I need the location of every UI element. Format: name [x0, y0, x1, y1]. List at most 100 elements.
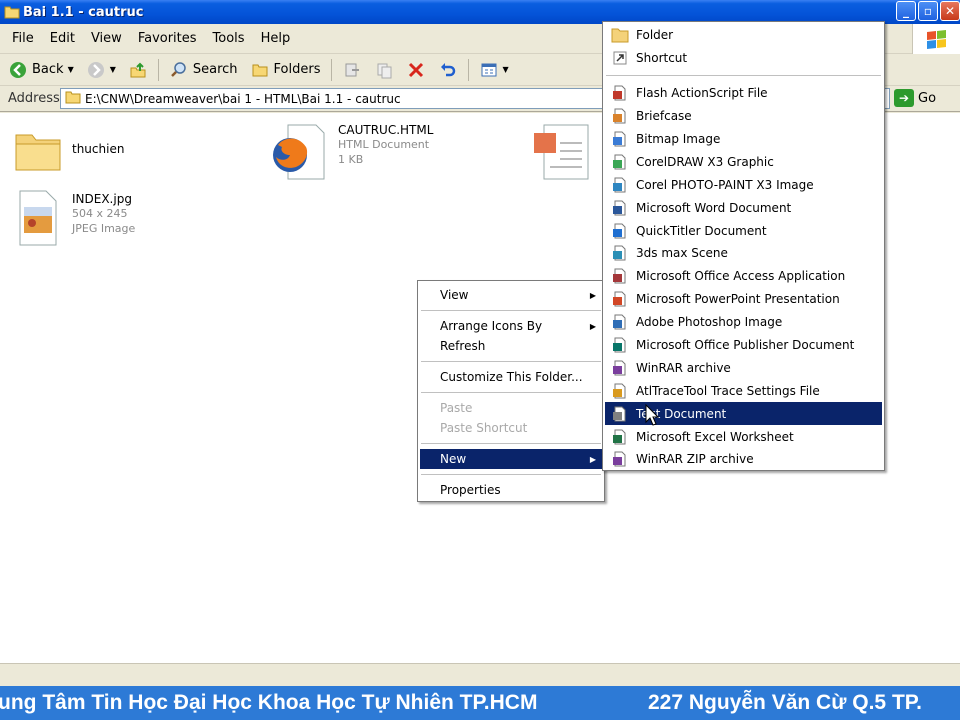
go-button[interactable]: ➔ Go	[894, 89, 936, 107]
document-icon	[530, 123, 590, 184]
move-to-button[interactable]	[338, 58, 366, 82]
undo-icon	[438, 60, 458, 80]
new-item[interactable]: 3ds max Scene	[605, 242, 882, 265]
go-arrow-icon: ➔	[894, 89, 914, 107]
new-item[interactable]: Microsoft PowerPoint Presentation	[605, 288, 882, 311]
ctx-paste-label: Paste	[440, 401, 473, 415]
new-item[interactable]: Microsoft Excel Worksheet	[605, 425, 882, 448]
new-item-label: WinRAR ZIP archive	[636, 452, 754, 467]
powerpoint-icon	[611, 290, 629, 308]
3dsmax-icon	[611, 244, 629, 262]
search-button[interactable]: Search	[165, 58, 242, 82]
trace-file-icon	[611, 382, 629, 400]
file-item-partial[interactable]	[530, 123, 590, 184]
menu-help[interactable]: Help	[253, 31, 299, 46]
back-dropdown-icon[interactable]: ▼	[68, 65, 74, 74]
ctx-customize-label: Customize This Folder...	[440, 370, 583, 384]
new-shortcut-item[interactable]: Shortcut	[605, 47, 882, 70]
new-item-label: Adobe Photoshop Image	[636, 315, 783, 330]
new-item[interactable]: WinRAR ZIP archive	[605, 448, 882, 471]
file-name: CAUTRUC.HTML	[338, 123, 434, 137]
winrar-icon	[611, 359, 629, 377]
text-doc-icon	[611, 405, 629, 423]
ctx-paste-shortcut: Paste Shortcut	[420, 418, 602, 438]
menu-separator	[606, 74, 881, 76]
new-item-label: CorelDRAW X3 Graphic	[636, 154, 774, 169]
forward-button[interactable]: ▼	[82, 58, 120, 82]
excel-icon	[611, 428, 629, 446]
new-item[interactable]: Microsoft Office Publisher Document	[605, 334, 882, 357]
menu-separator	[421, 474, 601, 475]
menu-tools[interactable]: Tools	[205, 31, 253, 46]
undo-button[interactable]	[434, 58, 462, 82]
new-item-label: Microsoft PowerPoint Presentation	[636, 292, 840, 307]
photoshop-icon	[611, 313, 629, 331]
file-name: thuchien	[72, 142, 125, 156]
access-icon	[611, 267, 629, 285]
ctx-properties[interactable]: Properties	[420, 480, 602, 500]
ctx-arrange-icons[interactable]: Arrange Icons By ▶	[420, 316, 602, 336]
ctx-paste: Paste	[420, 398, 602, 418]
status-bar	[0, 663, 960, 686]
up-folder-button[interactable]	[124, 58, 152, 82]
menu-edit[interactable]: Edit	[42, 31, 83, 46]
close-button[interactable]: ✕	[940, 1, 960, 21]
new-item[interactable]: CorelDRAW X3 Graphic	[605, 150, 882, 173]
address-path: E:\CNW\Dreamweaver\bai 1 - HTML\Bai 1.1 …	[85, 91, 401, 106]
views-grid-icon	[479, 60, 499, 80]
ctx-refresh[interactable]: Refresh	[420, 336, 602, 356]
ctx-new[interactable]: New ▶	[420, 449, 602, 469]
file-item-jpg[interactable]: INDEX.jpg 504 x 245 JPEG Image	[14, 189, 135, 250]
new-item[interactable]: Microsoft Office Access Application	[605, 265, 882, 288]
ctx-new-label: New	[440, 452, 467, 466]
file-name: INDEX.jpg	[72, 192, 132, 206]
minimize-button[interactable]: _	[896, 1, 916, 21]
toolbar-separator	[157, 58, 159, 81]
go-label: Go	[918, 90, 937, 106]
forward-dropdown-icon[interactable]: ▼	[110, 65, 116, 74]
new-folder-item[interactable]: Folder	[605, 24, 882, 47]
copy-to-button[interactable]	[370, 58, 398, 82]
menu-file[interactable]: File	[4, 31, 42, 46]
new-item[interactable]: AtlTraceTool Trace Settings File	[605, 379, 882, 402]
window-controls: _ ▫ ✕	[896, 1, 960, 21]
new-item[interactable]: Adobe Photoshop Image	[605, 311, 882, 334]
new-folder-label: Folder	[636, 28, 674, 43]
delete-x-icon	[406, 60, 426, 80]
new-item[interactable]: WinRAR archive	[605, 356, 882, 379]
folders-button[interactable]: Folders	[246, 58, 325, 82]
toolbar-separator	[467, 58, 469, 81]
jpeg-image-icon	[14, 189, 62, 250]
folder-icon	[14, 129, 62, 176]
views-button[interactable]: ▼	[475, 58, 513, 82]
views-dropdown-icon[interactable]: ▼	[503, 65, 509, 74]
banner-text-right: 227 Nguyễn Văn Cừ Q.5 TP.	[648, 691, 922, 714]
ctx-customize-folder[interactable]: Customize This Folder...	[420, 367, 602, 387]
back-button[interactable]: Back ▼	[4, 58, 78, 82]
coreldraw-icon	[611, 153, 629, 171]
new-item-label: Flash ActionScript File	[636, 86, 768, 101]
delete-button[interactable]	[402, 58, 430, 82]
new-item[interactable]: Microsoft Word Document	[605, 196, 882, 219]
folder-icon	[611, 26, 629, 44]
new-item[interactable]: Corel PHOTO-PAINT X3 Image	[605, 173, 882, 196]
file-item-folder[interactable]: thuchien	[14, 129, 124, 176]
new-item[interactable]: QuickTitler Document	[605, 219, 882, 242]
menu-favorites[interactable]: Favorites	[130, 31, 205, 46]
menu-separator	[421, 392, 601, 393]
new-item-label: Microsoft Office Access Application	[636, 269, 846, 284]
file-item-html[interactable]: CAUTRUC.HTML HTML Document 1 KB	[270, 123, 433, 184]
new-item[interactable]: Bitmap Image	[605, 128, 882, 151]
new-item-label: AtlTraceTool Trace Settings File	[636, 383, 820, 398]
menu-view[interactable]: View	[83, 31, 130, 46]
address-label: Address	[8, 91, 60, 106]
ctx-view[interactable]: View ▶	[420, 285, 602, 305]
new-item-label: QuickTitler Document	[636, 223, 767, 238]
new-item[interactable]: Flash ActionScript File	[605, 82, 882, 105]
search-label: Search	[192, 62, 238, 77]
word-doc-icon	[611, 199, 629, 217]
new-item[interactable]: Briefcase	[605, 105, 882, 128]
menu-separator	[421, 443, 601, 444]
maximize-button[interactable]: ▫	[918, 1, 938, 21]
photopaint-icon	[611, 176, 629, 194]
